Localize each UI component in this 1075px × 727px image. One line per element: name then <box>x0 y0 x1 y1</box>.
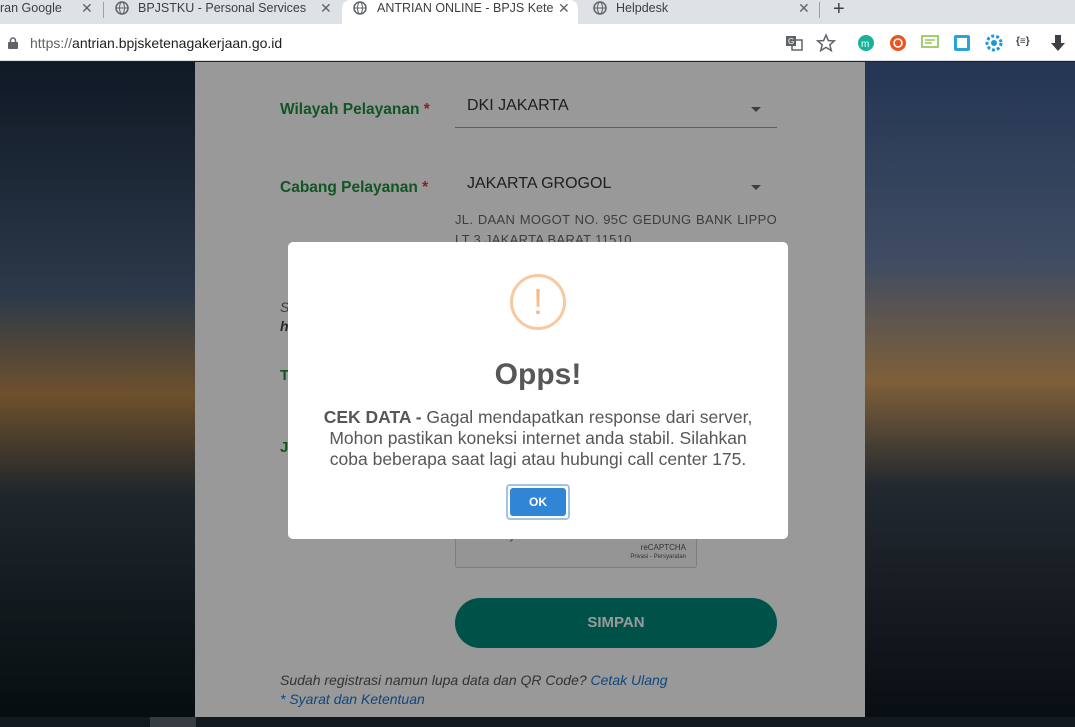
tab-divider <box>819 2 820 18</box>
url-field[interactable]: https://antrian.bpjsketenagakerjaan.go.i… <box>30 35 282 51</box>
star-icon[interactable] <box>816 33 836 53</box>
address-bar: https://antrian.bpjsketenagakerjaan.go.i… <box>0 24 1075 61</box>
tab-strip: ran Google ✕ BPJSTKU - Personal Services… <box>0 0 1075 24</box>
ok-button-label: OK <box>510 488 566 516</box>
url-host: antrian.bpjsketenagakerjaan.go.id <box>72 35 283 51</box>
download-icon[interactable] <box>1048 33 1068 53</box>
lock-icon <box>8 37 18 49</box>
new-tab-button[interactable]: + <box>833 0 845 21</box>
extension-comment-icon[interactable] <box>920 33 940 53</box>
dialog-message: CEK DATA - Gagal mendapatkan response da… <box>308 407 768 470</box>
globe-icon <box>353 1 367 15</box>
tab-title: ran Google <box>0 1 62 15</box>
tab-title: ANTRIAN ONLINE - BPJS Ketenag <box>377 1 553 15</box>
close-icon[interactable]: ✕ <box>320 0 332 16</box>
tab-bpjstku[interactable]: BPJSTKU - Personal Services ✕ <box>104 0 340 24</box>
extension-ubuntu-icon[interactable] <box>888 33 908 53</box>
tab-antrian-online[interactable]: ANTRIAN ONLINE - BPJS Ketenag ✕ <box>342 0 578 24</box>
ok-button[interactable]: OK <box>506 484 570 520</box>
extension-reader-icon[interactable] <box>952 33 972 53</box>
svg-text:m: m <box>861 39 869 50</box>
svg-text:G: G <box>788 37 794 46</box>
extension-m-icon[interactable]: m <box>856 33 876 53</box>
tab-title: BPJSTKU - Personal Services <box>138 1 307 15</box>
globe-icon <box>115 1 129 15</box>
globe-icon <box>593 1 607 15</box>
dialog-title: Opps! <box>494 358 582 391</box>
tab-google[interactable]: ran Google ✕ <box>0 0 104 24</box>
close-icon[interactable]: ✕ <box>558 0 570 16</box>
extension-json-icon[interactable]: {≡} <box>1016 36 1036 56</box>
url-scheme: https:// <box>30 35 73 51</box>
error-dialog: ! Opps! CEK DATA - Gagal mendapatkan res… <box>288 242 788 539</box>
tab-title: Helpdesk <box>616 1 669 15</box>
translate-icon[interactable]: G <box>784 33 804 53</box>
tab-helpdesk[interactable]: Helpdesk ✕ <box>580 0 818 24</box>
close-icon[interactable]: ✕ <box>81 0 93 16</box>
close-icon[interactable]: ✕ <box>798 0 810 16</box>
warning-icon: ! <box>510 274 566 330</box>
dialog-message-prefix: CEK DATA - <box>323 407 422 427</box>
exclamation-icon: ! <box>532 281 543 322</box>
extension-gear-icon[interactable] <box>984 33 1004 53</box>
